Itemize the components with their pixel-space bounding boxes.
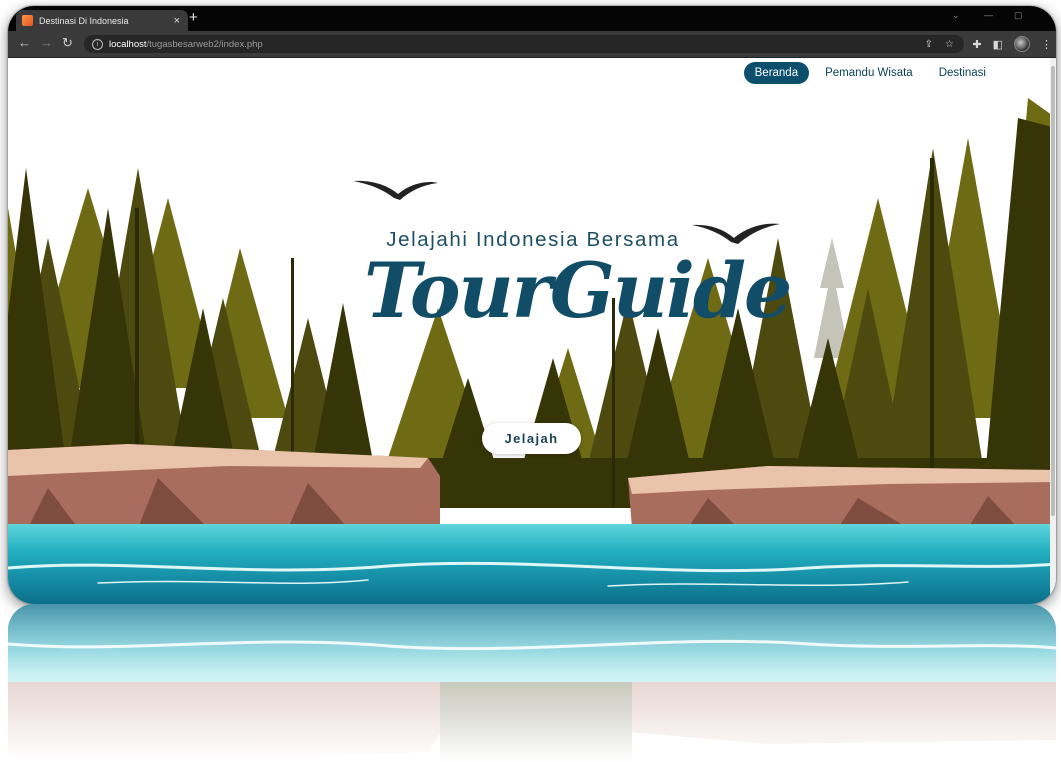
profile-avatar[interactable] (1014, 36, 1030, 52)
share-icon[interactable]: ⇪ (925, 39, 933, 50)
omnibox-actions: ⇪ ☆ (925, 39, 954, 50)
minimize-icon[interactable]: — (984, 10, 993, 20)
menu-dots-icon[interactable]: ⋮ (1041, 38, 1052, 51)
address-bar[interactable]: i localhost /tugasbesarweb2/index.php ⇪ … (84, 35, 964, 53)
browser-window: Destinasi Di Indonesia × + ⌄ — ▢ ← → ↻ i… (8, 6, 1056, 604)
nav-beranda[interactable]: Beranda (743, 62, 810, 84)
close-tab-icon[interactable]: × (174, 15, 180, 27)
reload-icon[interactable]: ↻ (62, 36, 73, 50)
screenshot-reflection (8, 604, 1056, 762)
info-icon[interactable]: i (92, 38, 103, 50)
browser-toolbar: ← → ↻ i localhost /tugasbesarweb2/index.… (8, 31, 1056, 58)
favicon-icon (22, 15, 33, 26)
tab-search-icon[interactable]: ⌄ (952, 10, 960, 21)
star-icon[interactable]: ☆ (945, 39, 954, 50)
new-tab-button[interactable]: + (189, 10, 198, 26)
main-nav: Beranda Pemandu Wisata Destinasi (743, 62, 986, 84)
scrollbar-thumb[interactable] (1051, 66, 1055, 516)
page-viewport: Beranda Pemandu Wisata Destinasi Jelajah… (8, 58, 1056, 604)
tab-title: Destinasi Di Indonesia (39, 15, 129, 26)
nav-destinasi[interactable]: Destinasi (939, 62, 986, 84)
reflection-fade (8, 604, 1056, 762)
maximize-icon[interactable]: ▢ (1014, 10, 1023, 21)
url-path: /tugasbesarweb2/index.php (146, 38, 263, 50)
scrollbar[interactable] (1050, 58, 1056, 604)
hero-title: TourGuide (364, 246, 792, 335)
jelajah-button[interactable]: Jelajah (482, 423, 581, 454)
nav-pemandu-wisata[interactable]: Pemandu Wisata (825, 62, 913, 84)
url-host: localhost (109, 38, 147, 50)
extensions-icon[interactable]: ✚ (972, 38, 981, 51)
back-arrow-icon[interactable]: ← (18, 36, 31, 50)
tab-strip: Destinasi Di Indonesia × + ⌄ — ▢ (8, 6, 1056, 31)
forward-arrow-icon[interactable]: → (40, 36, 53, 50)
sidebar-icon[interactable]: ◧ (993, 38, 1003, 51)
browser-tab[interactable]: Destinasi Di Indonesia × (16, 10, 188, 31)
toolbar-actions: ✚ ◧ ⋮ (972, 36, 1052, 52)
